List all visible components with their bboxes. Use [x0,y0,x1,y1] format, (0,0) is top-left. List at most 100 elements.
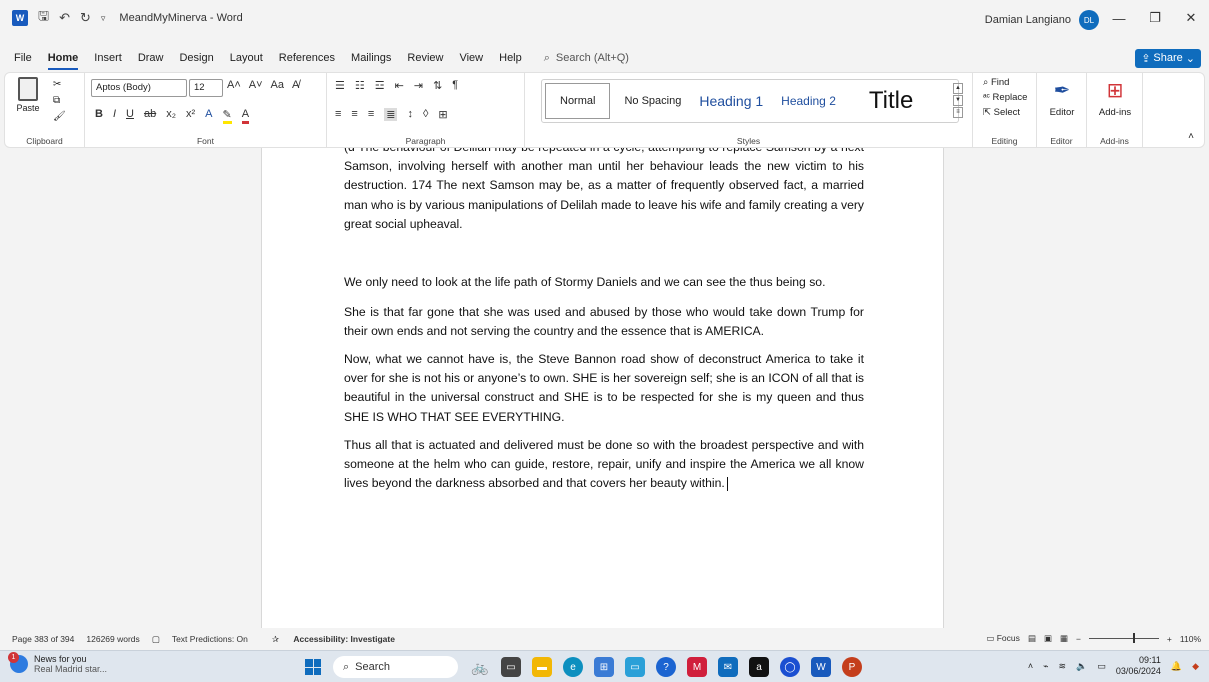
powerpoint-icon[interactable]: P [842,657,862,677]
copy-icon[interactable]: ⧉ [53,95,60,106]
volume-icon[interactable]: 🔈 [1076,661,1087,672]
taskbar-search[interactable]: ⌕ Search [333,656,458,678]
read-mode-icon[interactable]: ▤ [1028,633,1036,644]
paragraph-trump[interactable]: She is that far gone that she was used a… [344,303,864,341]
sort-icon[interactable]: ⇅ [433,79,442,92]
decrease-indent-icon[interactable]: ⇤ [395,79,404,92]
zoom-slider[interactable] [1088,633,1159,643]
tab-file[interactable]: File [6,44,40,72]
customize-quick-access-icon[interactable]: ▿ [101,13,106,24]
document-page[interactable]: (d The behaviour of Delilah may be repea… [261,148,944,628]
paragraph-stormy-daniels[interactable]: We only need to look at the life path of… [344,273,864,292]
highlight-icon[interactable]: ✎ [222,108,232,124]
tab-design[interactable]: Design [171,44,221,72]
task-view-icon[interactable]: ▭ [501,657,521,677]
paste-button[interactable]: Paste [13,77,43,113]
collapse-ribbon-icon[interactable]: ˄ [1188,131,1194,142]
paragraph-delilah[interactable]: (d The behaviour of Delilah may be repea… [344,148,864,234]
user-account[interactable]: Damian Langiano DL [985,10,1099,30]
replace-button[interactable]: ᵃᶜ Replace [983,92,1027,103]
style-normal[interactable]: Normal [545,83,611,119]
word-taskbar-icon[interactable]: W [811,657,831,677]
news-widget[interactable]: 1 News for you Real Madrid star... [8,652,107,674]
style-heading-1[interactable]: Heading 1 [690,93,772,109]
zoom-out-icon[interactable]: − [1076,634,1081,644]
edge-icon[interactable]: e [563,657,583,677]
restore-icon[interactable]: ❐ [1137,0,1173,36]
chevron-up-icon[interactable]: ˄ [1028,661,1033,671]
shading-icon[interactable]: ◊ [423,108,428,121]
borders-icon[interactable]: ⊞ [438,108,447,121]
proofing-icon[interactable]: ▢ [152,634,160,645]
page-count[interactable]: Page 383 of 394 [12,634,74,644]
tab-references[interactable]: References [271,44,343,72]
align-center-icon[interactable]: ≡ [351,108,357,121]
clock[interactable]: 09:11 03/06/2024 [1116,655,1161,677]
increase-indent-icon[interactable]: ⇥ [414,79,423,92]
undo-icon[interactable]: ↶ [59,10,70,26]
word-count[interactable]: 126269 words [86,634,139,644]
font-size-select[interactable]: 12 [189,79,223,97]
bold-icon[interactable]: B [95,108,103,124]
select-button[interactable]: ⇱ Select [983,107,1027,118]
text-predictions[interactable]: Text Predictions: On [172,634,248,644]
strikethrough-icon[interactable]: ab [144,108,156,124]
tab-draw[interactable]: Draw [130,44,172,72]
search-box[interactable]: ⌕ Search (Alt+Q) [544,52,629,65]
tab-mailings[interactable]: Mailings [343,44,399,72]
font-color-icon[interactable]: A [241,108,250,124]
styles-more-icon[interactable]: ≡ [953,107,963,118]
zoom-in-icon[interactable]: + [1167,634,1172,644]
grow-font-icon[interactable]: A˄ [227,79,241,91]
notifications-icon[interactable]: 🔔 [1171,661,1182,672]
share-button[interactable]: ⇪ Share ⌄ [1135,49,1201,68]
battery-icon[interactable]: ▭ [1097,661,1106,672]
focus-button[interactable]: ▭ Focus [986,633,1020,644]
subscript-icon[interactable]: x₂ [166,108,176,124]
style-no-spacing[interactable]: No Spacing [610,95,690,107]
cut-icon[interactable]: ✂ [53,79,61,90]
store-icon[interactable]: ⊞ [594,657,614,677]
styles-up-icon[interactable]: ▲ [953,83,963,94]
file-explorer-icon[interactable]: ▬ [532,657,552,677]
shrink-font-icon[interactable]: A˅ [249,79,263,91]
save-icon[interactable]: 🖫 [38,7,49,29]
paragraph-bannon[interactable]: Now, what we cannot have is, the Steve B… [344,350,864,427]
close-icon[interactable]: ✕ [1173,0,1209,36]
align-right-icon[interactable]: ≡ [368,108,374,121]
tab-layout[interactable]: Layout [222,44,271,72]
help-icon[interactable]: ? [656,657,676,677]
justify-icon[interactable]: ≣ [384,108,398,121]
text-effects-icon[interactable]: A [205,108,212,124]
align-left-icon[interactable]: ≡ [335,108,341,121]
italic-icon[interactable]: I [113,108,116,124]
superscript-icon[interactable]: x² [186,108,195,124]
numbering-icon[interactable]: ☷ [355,79,365,92]
paragraph-conclusion[interactable]: Thus all that is actuated and delivered … [344,436,864,494]
tab-view[interactable]: View [451,44,491,72]
avatar[interactable]: DL [1079,10,1099,30]
multilevel-list-icon[interactable]: ☲ [375,79,385,92]
style-title[interactable]: Title [845,87,922,115]
mail-icon[interactable]: ✉ [718,657,738,677]
redo-icon[interactable]: ↻ [80,10,91,26]
format-painter-icon[interactable]: 🖌 [53,111,66,122]
accessibility-status[interactable]: ✰ Accessibility: Investigate [260,634,395,645]
web-layout-icon[interactable]: ▦ [1060,633,1068,644]
minimize-icon[interactable]: — [1101,0,1137,36]
network-icon[interactable]: ⌁ [1043,661,1048,672]
sway-icon[interactable]: ▭ [625,657,645,677]
print-layout-icon[interactable]: ▣ [1044,633,1052,644]
font-name-select[interactable]: Aptos (Body) [91,79,187,97]
wifi-icon[interactable]: ≋ [1059,661,1067,672]
tab-review[interactable]: Review [399,44,451,72]
change-case-icon[interactable]: Aa [271,79,284,91]
find-button[interactable]: ⌕ Find [983,77,1027,88]
start-button[interactable] [305,659,321,675]
show-marks-icon[interactable]: ¶ [452,79,458,92]
tab-home[interactable]: Home [40,44,87,72]
mcafee-icon[interactable]: M [687,657,707,677]
tab-help[interactable]: Help [491,44,530,72]
styles-down-icon[interactable]: ▼ [953,95,963,106]
editor-button[interactable]: ✒ Editor [1042,77,1082,119]
